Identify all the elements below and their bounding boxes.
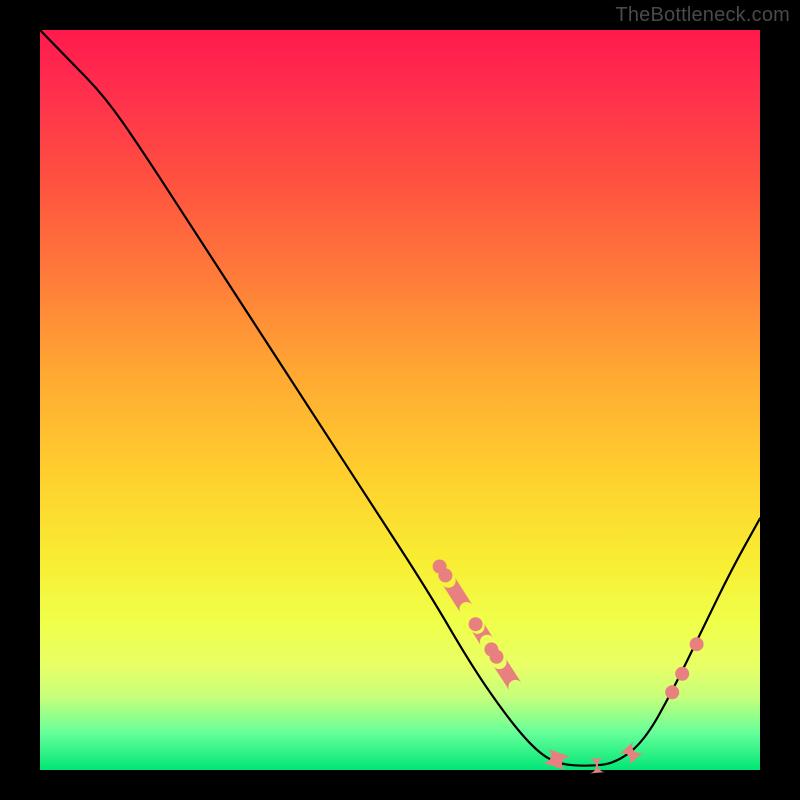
data-point-pill	[443, 578, 472, 613]
data-point-dot	[665, 685, 679, 699]
data-point-dot	[438, 568, 452, 582]
data-point-dot	[675, 667, 689, 681]
data-point-dot	[490, 650, 504, 664]
chart-svg	[40, 30, 760, 770]
watermark-text: TheBottleneck.com	[615, 4, 790, 27]
plot-area	[40, 30, 760, 770]
data-point-pill	[618, 741, 643, 766]
data-point-dot	[690, 637, 704, 651]
chart-frame: TheBottleneck.com	[0, 0, 800, 800]
data-point-pill	[542, 748, 572, 771]
bottleneck-curve	[40, 30, 760, 766]
data-point-dot	[469, 617, 483, 631]
